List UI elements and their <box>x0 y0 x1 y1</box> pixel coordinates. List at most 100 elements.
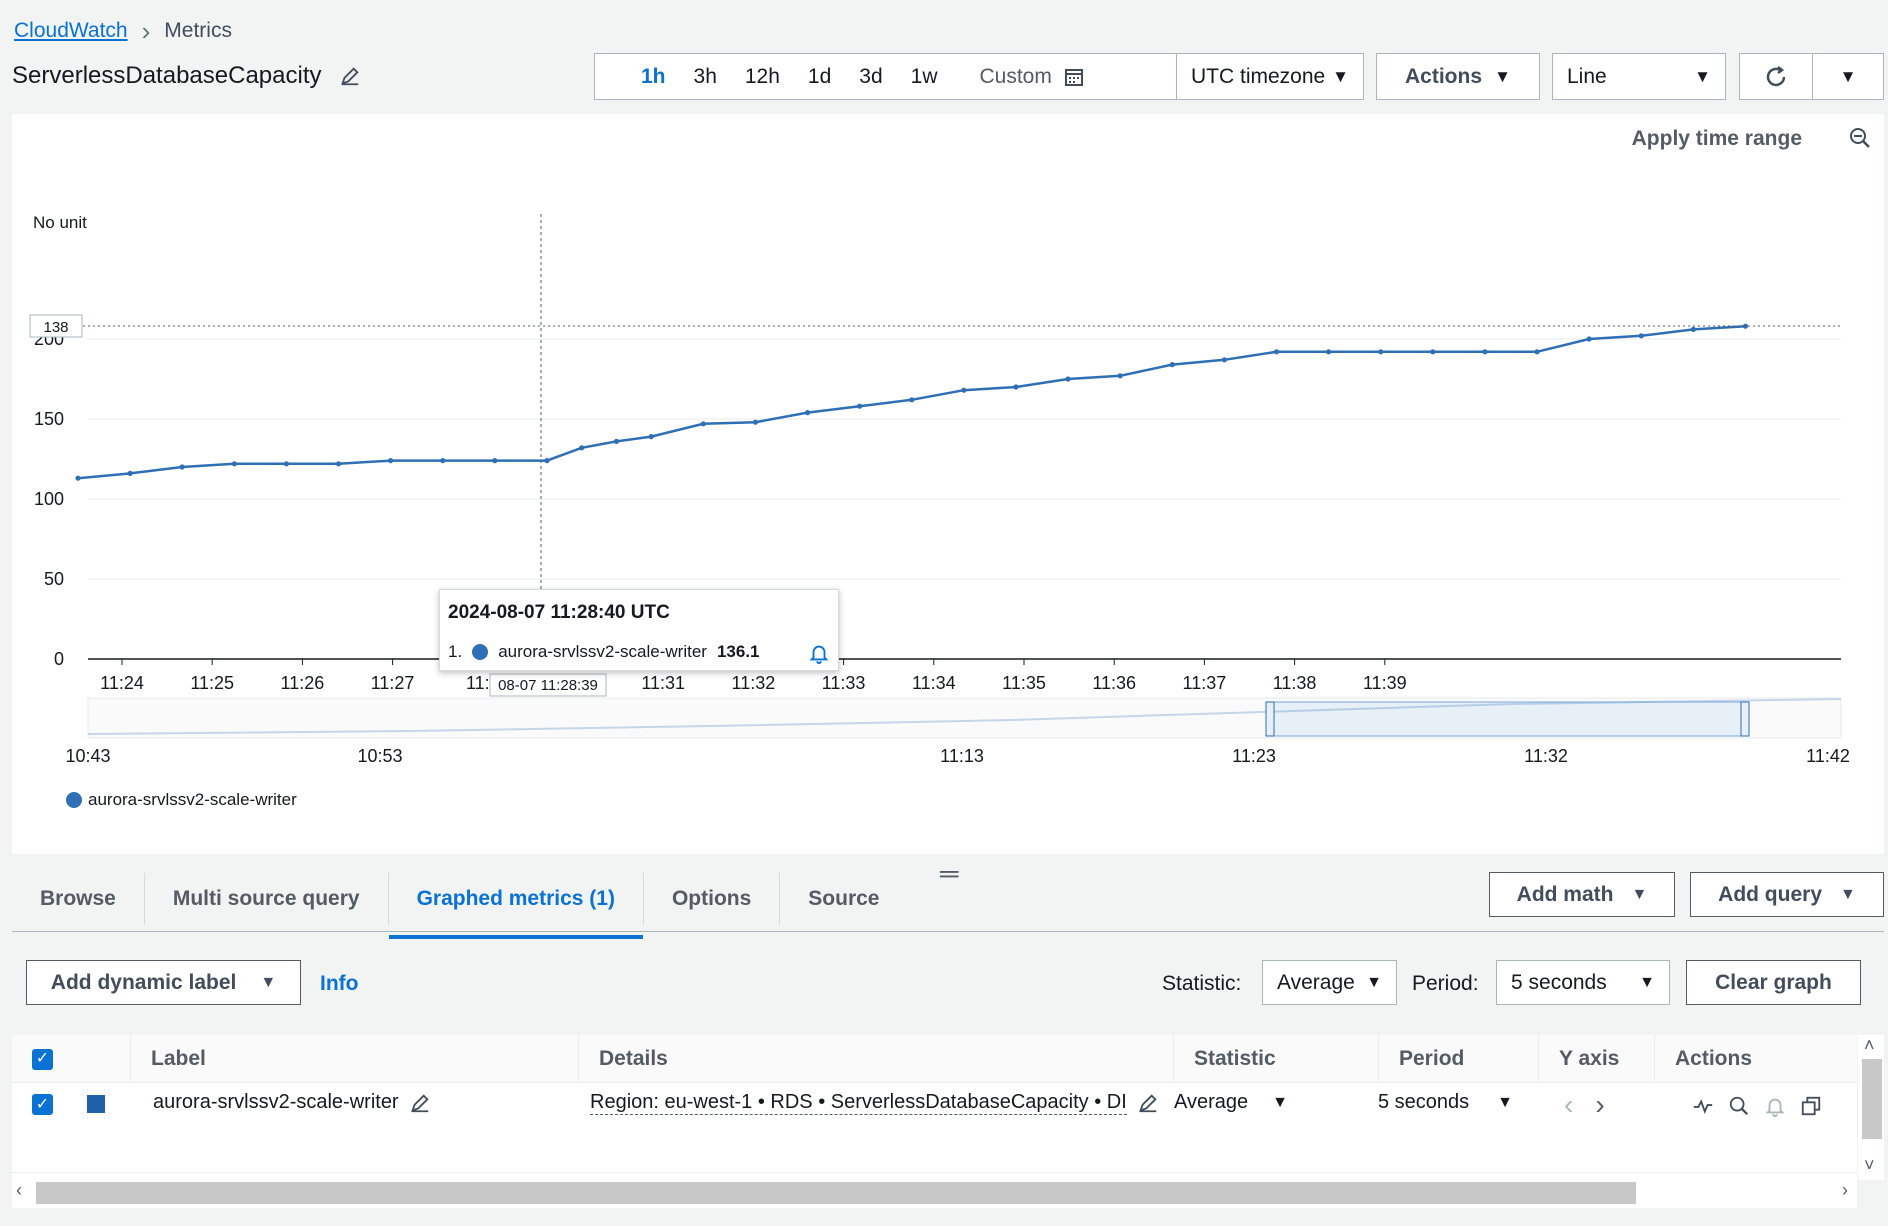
statistic-dropdown[interactable]: Average ▼ <box>1262 960 1397 1005</box>
tooltip-series: aurora-srvlssv2-scale-writer <box>498 642 707 661</box>
data-point <box>579 445 585 451</box>
tab-source[interactable]: Source <box>780 873 907 925</box>
overview-tick-label: 11:42 <box>1806 746 1850 766</box>
statistic-value: Average <box>1277 970 1355 994</box>
page-title-row: ServerlessDatabaseCapacity <box>12 62 361 90</box>
calendar-icon <box>1064 68 1083 86</box>
bell-alarm-icon[interactable] <box>808 642 830 664</box>
data-point <box>1690 326 1696 332</box>
column-header-actions[interactable]: Actions <box>1654 1035 1857 1083</box>
x-tick-label: 11:27 <box>371 673 415 693</box>
row-details-cell: Region: eu-west-1 • RDS • ServerlessData… <box>590 1091 1160 1115</box>
legend[interactable]: aurora-srvlssv2-scale-writer <box>66 790 297 810</box>
caret-down-icon: ▼ <box>1839 66 1857 86</box>
scroll-up-icon[interactable]: ˄ <box>1864 1035 1875 1056</box>
horizontal-scroll-thumb[interactable] <box>36 1182 1636 1204</box>
add-query-label: Add query <box>1718 882 1822 906</box>
pencil-icon[interactable] <box>409 1092 431 1114</box>
tab-graphed-metrics[interactable]: Graphed metrics (1) <box>388 873 644 939</box>
data-point <box>1326 349 1332 355</box>
column-header-y-axis[interactable]: Y axis <box>1538 1035 1654 1083</box>
column-header-statistic[interactable]: Statistic <box>1173 1035 1378 1083</box>
column-header-period[interactable]: Period <box>1378 1035 1538 1083</box>
data-point <box>1378 349 1384 355</box>
overview-tick-label: 10:53 <box>357 746 402 766</box>
time-range-3h[interactable]: 3h <box>680 65 731 89</box>
x-tick-label: 11:25 <box>190 673 234 693</box>
data-point <box>1430 349 1436 355</box>
pencil-icon[interactable] <box>339 65 361 87</box>
period-dropdown[interactable]: 5 seconds ▼ <box>1496 960 1670 1005</box>
row-statistic-dropdown[interactable]: Average ▼ <box>1174 1091 1288 1114</box>
time-range-12h[interactable]: 12h <box>731 65 794 89</box>
row-label: aurora-srvlssv2-scale-writer <box>153 1091 399 1113</box>
data-point <box>1221 357 1227 363</box>
select-all-header: ✓ <box>12 1035 130 1083</box>
vertical-scrollbar[interactable]: ˄ ˅ <box>1858 1035 1884 1180</box>
data-point <box>231 461 237 467</box>
actions-dropdown[interactable]: Actions ▼ <box>1376 53 1540 100</box>
series-color-swatch[interactable] <box>87 1095 105 1113</box>
data-point <box>335 461 342 467</box>
select-all-checkbox[interactable]: ✓ <box>32 1048 53 1070</box>
time-range-3d[interactable]: 3d <box>845 65 896 89</box>
row-checkbox[interactable]: ✓ <box>32 1094 53 1115</box>
column-header-details[interactable]: Details <box>578 1035 1173 1083</box>
panel-resize-handle[interactable]: ═ <box>940 858 958 889</box>
add-query-button[interactable]: Add query ▼ <box>1690 872 1884 917</box>
copy-icon[interactable] <box>1800 1095 1822 1117</box>
data-point <box>179 464 185 470</box>
legend-color-dot <box>66 792 82 808</box>
horizontal-scrollbar[interactable]: ‹ › <box>12 1178 1857 1208</box>
graph-panel: Apply time range No unit 200 150 100 50 0 11:… <box>12 114 1884 854</box>
pencil-icon[interactable] <box>1137 1092 1159 1114</box>
caret-down-icon: ▼ <box>1497 1093 1514 1111</box>
view-type-dropdown[interactable]: Line ▼ <box>1552 53 1726 100</box>
time-range-1w[interactable]: 1w <box>897 65 952 89</box>
row-details[interactable]: Region: eu-west-1 • RDS • ServerlessData… <box>590 1091 1127 1115</box>
data-point <box>752 419 759 425</box>
anomaly-detection-icon[interactable] <box>1692 1095 1714 1117</box>
tab-multi-source-query[interactable]: Multi source query <box>145 873 389 925</box>
time-range-1d[interactable]: 1d <box>794 65 845 89</box>
clear-graph-button[interactable]: Clear graph <box>1686 960 1861 1005</box>
scroll-right-icon[interactable]: › <box>1842 1180 1848 1201</box>
x-tick-label: 11:36 <box>1092 673 1136 693</box>
chevron-right-icon[interactable]: › <box>1595 1089 1604 1121</box>
custom-time-range[interactable]: Custom <box>952 65 1084 89</box>
x-tick-label: 11:31 <box>641 673 685 693</box>
add-dynamic-label-button[interactable]: Add dynamic label ▼ <box>26 960 301 1005</box>
breadcrumb-cloudwatch-link[interactable]: CloudWatch <box>14 19 128 43</box>
chevron-left-icon[interactable]: ‹ <box>1564 1089 1573 1121</box>
overview-right-handle <box>1740 701 1750 737</box>
overview-tick-label: 10:43 <box>65 746 110 766</box>
column-header-label[interactable]: Label <box>130 1035 578 1083</box>
refresh-options-dropdown[interactable]: ▼ <box>1812 53 1884 100</box>
row-period-dropdown[interactable]: 5 seconds ▼ <box>1378 1091 1513 1114</box>
legend-series-label: aurora-srvlssv2-scale-writer <box>88 790 297 809</box>
tab-browse[interactable]: Browse <box>12 873 145 925</box>
data-point <box>1482 349 1488 355</box>
custom-label: Custom <box>979 64 1052 88</box>
tab-options[interactable]: Options <box>644 873 781 925</box>
clear-graph-label: Clear graph <box>1715 970 1832 994</box>
timezone-label: UTC timezone <box>1191 64 1326 88</box>
bell-icon[interactable] <box>1764 1095 1786 1117</box>
refresh-button[interactable] <box>1739 53 1813 100</box>
line-chart[interactable]: 20015010050011:24 11:25 11:26 11:27 11:2 11:3… <box>12 114 1884 854</box>
add-math-button[interactable]: Add math ▼ <box>1489 872 1675 917</box>
breadcrumb: CloudWatch › Metrics <box>14 18 232 44</box>
row-statistic: Average <box>1174 1091 1249 1113</box>
scroll-down-icon[interactable]: ˅ <box>1864 1155 1875 1176</box>
caret-down-icon: ▼ <box>1366 973 1382 991</box>
scroll-left-icon[interactable]: ‹ <box>16 1180 22 1201</box>
vertical-scroll-thumb[interactable] <box>1862 1059 1882 1139</box>
timezone-dropdown[interactable]: UTC timezone ▼ <box>1176 53 1364 100</box>
statistic-label: Statistic: <box>1162 972 1242 995</box>
info-link[interactable]: Info <box>320 972 358 996</box>
overview-selection <box>1269 701 1746 737</box>
search-icon[interactable] <box>1728 1095 1750 1117</box>
time-range-1h[interactable]: 1h <box>627 65 680 89</box>
period-value: 5 seconds <box>1511 970 1607 994</box>
overview-left-handle <box>1265 701 1275 737</box>
